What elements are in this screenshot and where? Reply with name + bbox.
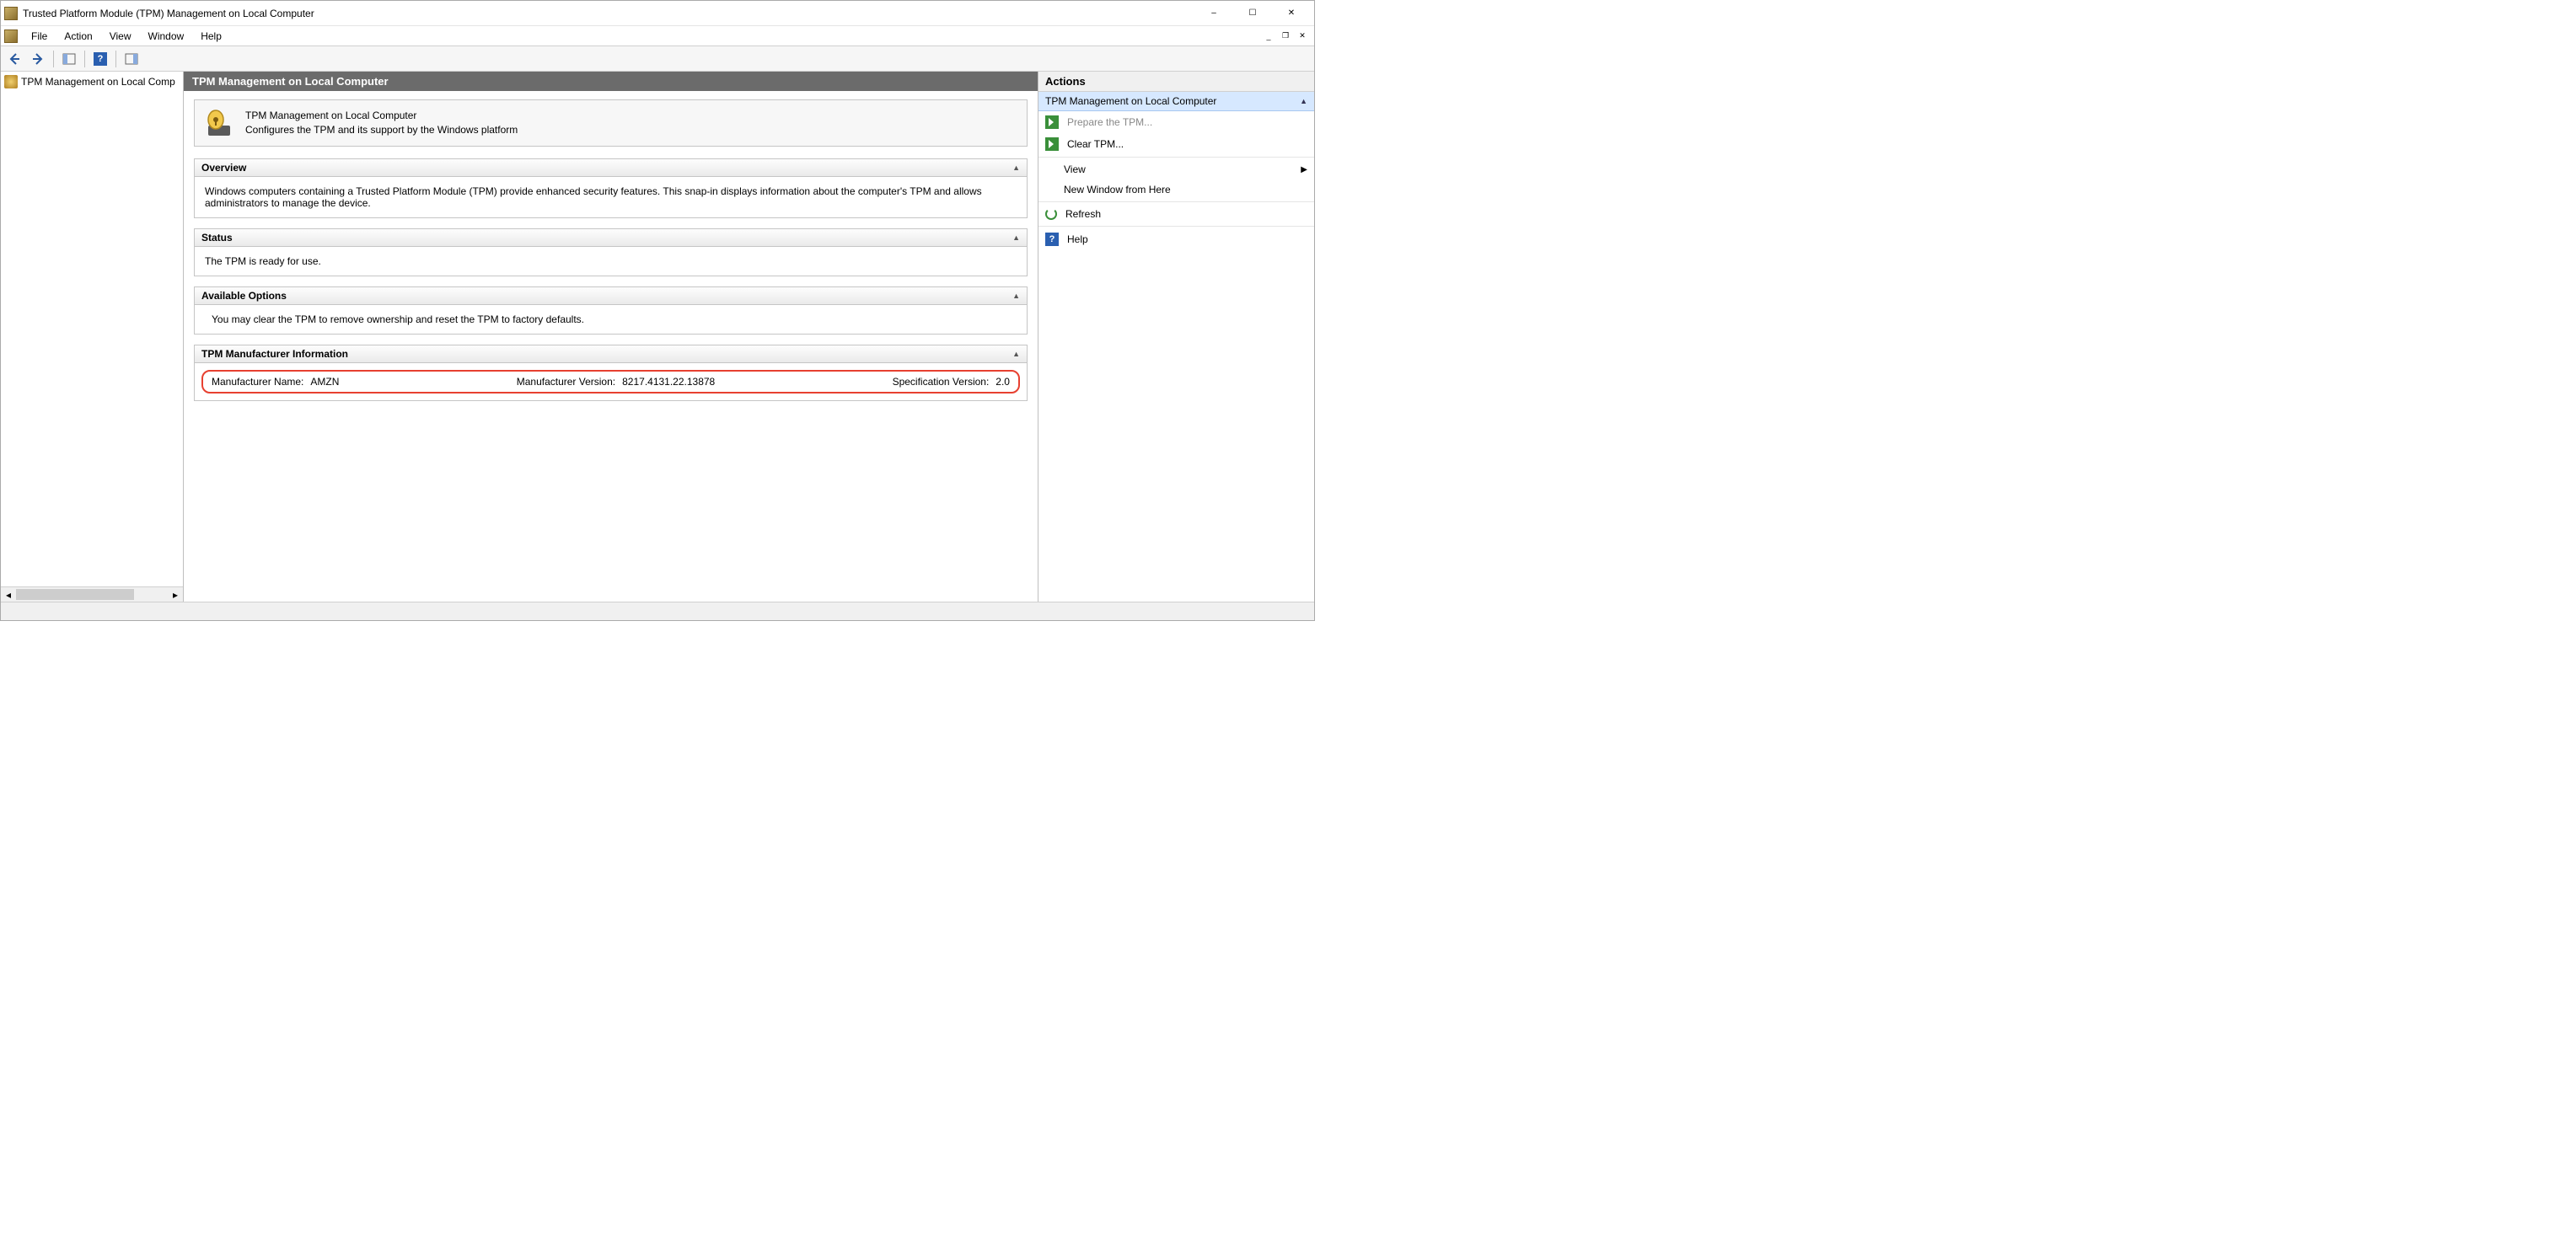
section-options: Available Options ▲ You may clear the TP…	[194, 286, 1028, 335]
help-button[interactable]: ?	[90, 49, 110, 69]
section-overview: Overview ▲ Windows computers containing …	[194, 158, 1028, 218]
app-icon	[4, 7, 18, 20]
menu-window[interactable]: Window	[140, 29, 193, 44]
menu-action[interactable]: Action	[56, 29, 100, 44]
manufacturer-title: TPM Manufacturer Information	[201, 348, 348, 360]
go-icon	[1045, 115, 1059, 129]
toolbar-separator	[115, 51, 116, 67]
options-title: Available Options	[201, 290, 287, 302]
spec-version-label: Specification Version:	[893, 376, 990, 388]
overview-body: Windows computers containing a Trusted P…	[195, 177, 1027, 217]
section-status: Status ▲ The TPM is ready for use.	[194, 228, 1028, 276]
doc-icon	[4, 29, 18, 43]
collapse-up-icon: ▲	[1300, 97, 1307, 105]
action-clear-label: Clear TPM...	[1067, 138, 1124, 150]
mdi-restore-button[interactable]: ❐	[1277, 29, 1294, 44]
tree-root-node[interactable]: TPM Management on Local Comp	[1, 73, 183, 90]
panel-right-icon	[125, 52, 138, 66]
actions-pane: Actions TPM Management on Local Computer…	[1038, 72, 1314, 602]
section-status-header[interactable]: Status ▲	[195, 229, 1027, 247]
menu-file[interactable]: File	[23, 29, 56, 44]
section-overview-header[interactable]: Overview ▲	[195, 159, 1027, 177]
center-pane: TPM Management on Local Computer TPM Man…	[184, 72, 1038, 602]
status-body: The TPM is ready for use.	[195, 247, 1027, 276]
maximize-button[interactable]: ☐	[1233, 1, 1272, 26]
go-icon	[1045, 137, 1059, 151]
action-clear-tpm[interactable]: Clear TPM...	[1038, 133, 1314, 155]
status-title: Status	[201, 232, 233, 244]
action-new-window[interactable]: New Window from Here	[1038, 179, 1314, 200]
overview-title: Overview	[201, 162, 246, 174]
action-new-window-label: New Window from Here	[1064, 184, 1171, 195]
forward-button[interactable]	[28, 49, 48, 69]
titlebar: Trusted Platform Module (TPM) Management…	[1, 1, 1314, 26]
manufacturer-name-label: Manufacturer Name:	[212, 376, 303, 388]
separator	[1038, 201, 1314, 202]
separator	[1038, 226, 1314, 227]
collapse-up-icon: ▲	[1012, 163, 1020, 172]
close-button[interactable]: ✕	[1272, 1, 1311, 26]
toolbar: ?	[1, 46, 1314, 72]
scroll-thumb[interactable]	[16, 589, 134, 600]
action-help[interactable]: ? Help	[1038, 228, 1314, 250]
action-view[interactable]: View ▶	[1038, 159, 1314, 179]
action-prepare-tpm[interactable]: Prepare the TPM...	[1038, 111, 1314, 133]
manufacturer-name-value: AMZN	[310, 376, 339, 388]
scroll-right-arrow[interactable]: ▸	[168, 587, 183, 602]
refresh-icon	[1045, 208, 1057, 220]
info-subtitle: Configures the TPM and its support by th…	[245, 123, 518, 137]
collapse-up-icon: ▲	[1012, 350, 1020, 358]
section-manufacturer-header[interactable]: TPM Manufacturer Information ▲	[195, 345, 1027, 363]
actions-title: Actions	[1038, 72, 1314, 92]
action-refresh[interactable]: Refresh	[1038, 204, 1314, 224]
mdi-close-button[interactable]: ✕	[1294, 29, 1311, 44]
panel-icon	[62, 52, 76, 66]
arrow-right-icon	[31, 52, 45, 66]
scroll-left-arrow[interactable]: ◂	[1, 587, 16, 602]
chevron-right-icon: ▶	[1301, 165, 1307, 174]
section-options-header[interactable]: Available Options ▲	[195, 287, 1027, 305]
window-title: Trusted Platform Module (TPM) Management…	[23, 8, 1194, 19]
info-title: TPM Management on Local Computer	[245, 109, 518, 123]
menu-help[interactable]: Help	[192, 29, 230, 44]
info-box: TPM Management on Local Computer Configu…	[194, 99, 1028, 147]
collapse-up-icon: ▲	[1012, 233, 1020, 242]
statusbar	[1, 602, 1314, 620]
actions-group-label: TPM Management on Local Computer	[1045, 95, 1216, 107]
menubar: File Action View Window Help _ ❐ ✕	[1, 26, 1314, 46]
action-refresh-label: Refresh	[1065, 208, 1101, 220]
action-view-label: View	[1064, 163, 1086, 175]
manufacturer-version-value: 8217.4131.22.13878	[622, 376, 715, 388]
action-help-label: Help	[1067, 233, 1088, 245]
center-header: TPM Management on Local Computer	[184, 72, 1038, 91]
actions-group-header[interactable]: TPM Management on Local Computer ▲	[1038, 92, 1314, 111]
show-hide-tree-button[interactable]	[59, 49, 79, 69]
separator	[1038, 157, 1314, 158]
action-prepare-label: Prepare the TPM...	[1067, 116, 1152, 128]
manufacturer-row: Manufacturer Name: AMZN Manufacturer Ver…	[201, 370, 1020, 393]
tpm-lock-icon	[203, 107, 235, 139]
collapse-up-icon: ▲	[1012, 292, 1020, 300]
minimize-button[interactable]: –	[1194, 1, 1233, 26]
help-icon: ?	[1045, 233, 1059, 246]
options-body: You may clear the TPM to remove ownershi…	[195, 305, 1027, 334]
tree-root-label: TPM Management on Local Comp	[21, 76, 175, 88]
horizontal-scrollbar[interactable]: ◂ ▸	[1, 586, 183, 602]
arrow-left-icon	[8, 52, 21, 66]
spec-version-value: 2.0	[996, 376, 1010, 388]
show-hide-action-button[interactable]	[121, 49, 142, 69]
toolbar-separator	[84, 51, 85, 67]
tpm-node-icon	[4, 75, 18, 88]
toolbar-separator	[53, 51, 54, 67]
help-icon: ?	[94, 52, 107, 66]
section-manufacturer: TPM Manufacturer Information ▲ Manufactu…	[194, 345, 1028, 401]
tree-pane: TPM Management on Local Comp ◂ ▸	[1, 72, 184, 602]
mdi-minimize-button[interactable]: _	[1260, 29, 1277, 44]
back-button[interactable]	[4, 49, 24, 69]
menu-view[interactable]: View	[101, 29, 140, 44]
manufacturer-version-label: Manufacturer Version:	[517, 376, 615, 388]
